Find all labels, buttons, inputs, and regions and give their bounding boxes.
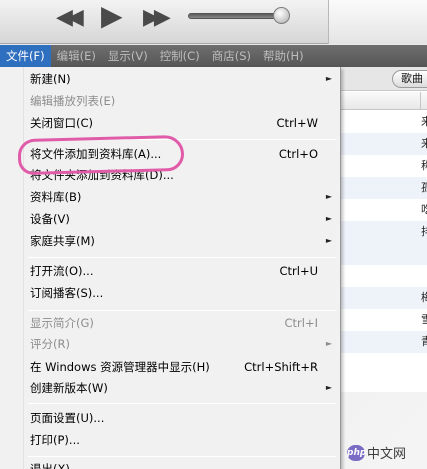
- player-toolbar: ◀◀ ▶ ▶▶: [0, 0, 427, 44]
- volume-knob[interactable]: [273, 7, 290, 24]
- menu-item-label: 打开流(O)...: [30, 264, 94, 278]
- table-row[interactable]: [340, 287, 427, 309]
- menu-item-print[interactable]: 打印(P)...: [24, 429, 340, 451]
- row-cell: 来: [421, 115, 427, 128]
- menu-store[interactable]: 商店(S): [206, 45, 257, 67]
- menu-item-label: 页面设置(U)...: [30, 411, 105, 425]
- menu-item-shortcut: Ctrl+Shift+R: [244, 360, 318, 374]
- play-icon[interactable]: ▶: [101, 2, 123, 30]
- column-header[interactable]: [340, 92, 427, 110]
- submenu-arrow-icon: ►: [325, 339, 332, 348]
- menu-item-label: 评分(R): [30, 337, 70, 351]
- menu-separator: [28, 403, 336, 404]
- menu-item-label: 将文件夹添加到资料库(D)...: [30, 168, 174, 182]
- menu-item-label: 资料库(B): [30, 190, 82, 204]
- table-row[interactable]: [340, 221, 427, 243]
- table-row[interactable]: [340, 133, 427, 155]
- row-cell: 梅: [421, 291, 427, 304]
- menu-item-label: 将文件添加到资料库(A)...: [30, 147, 162, 161]
- menu-separator: [28, 139, 336, 140]
- menu-separator: [28, 310, 336, 311]
- menu-item-label: 设备(V): [30, 212, 70, 226]
- menu-item-home-sharing[interactable]: 家庭共享(M) ►: [24, 230, 340, 252]
- row-cell: 孤: [421, 181, 427, 194]
- tab-songs[interactable]: 歌曲: [392, 70, 427, 88]
- table-row[interactable]: [340, 155, 427, 177]
- menu-item-label: 创建新版本(W): [30, 381, 108, 395]
- menu-separator: [28, 257, 336, 258]
- menu-item-label: 家庭共享(M): [30, 234, 95, 248]
- next-track-icon[interactable]: ▶▶: [143, 7, 171, 29]
- submenu-arrow-icon: ►: [325, 214, 332, 223]
- table-row[interactable]: [340, 309, 427, 331]
- row-cell: 青: [421, 335, 427, 348]
- menu-item-create-version[interactable]: 创建新版本(W) ►: [24, 377, 340, 399]
- menu-item-label: 编辑播放列表(E): [30, 94, 116, 108]
- menu-item-label: 打印(P)...: [30, 433, 80, 447]
- watermark-logo: php 中文网: [347, 443, 406, 462]
- menu-icon-gutter: [0, 67, 24, 469]
- submenu-arrow-icon: ►: [325, 74, 332, 83]
- menu-separator: [28, 456, 336, 457]
- menu-item-shortcut: Ctrl+I: [284, 316, 319, 330]
- table-row[interactable]: [340, 199, 427, 221]
- file-menu-dropdown: 新建(N) ► 编辑播放列表(E) 关闭窗口(C) Ctrl+W 将文件添加到资…: [0, 67, 341, 469]
- menu-item-show-in-explorer[interactable]: 在 Windows 资源管理器中显示(H) Ctrl+Shift+R: [24, 356, 340, 378]
- menu-item-add-file[interactable]: 将文件添加到资料库(A)... Ctrl+O: [24, 143, 340, 165]
- previous-track-icon[interactable]: ◀◀: [56, 7, 84, 29]
- menu-edit[interactable]: 编辑(E): [51, 45, 102, 67]
- menu-item-shortcut: Ctrl+O: [278, 147, 318, 161]
- menu-view[interactable]: 显示(V): [102, 45, 154, 67]
- column-divider: [420, 92, 421, 110]
- submenu-arrow-icon: ►: [325, 192, 332, 201]
- menu-item-devices[interactable]: 设备(V) ►: [24, 208, 340, 230]
- menu-item-subscribe-podcast[interactable]: 订阅播客(S)...: [24, 282, 340, 304]
- row-cell: 吃: [421, 203, 427, 216]
- menu-item-label: 新建(N): [30, 72, 71, 86]
- menu-item-shortcut: Ctrl+W: [276, 116, 318, 130]
- row-cell: 排: [421, 225, 427, 238]
- row-cell: 称: [421, 159, 427, 172]
- table-row[interactable]: [340, 243, 427, 265]
- row-cell: 雪: [421, 313, 427, 326]
- menu-file[interactable]: 文件(F): [0, 45, 51, 67]
- menu-item-open-stream[interactable]: 打开流(O)... Ctrl+U: [24, 260, 340, 282]
- menu-item-new[interactable]: 新建(N) ►: [24, 68, 340, 90]
- menu-item-exit[interactable]: 退出(X): [24, 458, 340, 469]
- row-cell: 来: [421, 137, 427, 150]
- menu-help[interactable]: 帮助(H): [257, 45, 310, 67]
- submenu-arrow-icon: ►: [325, 383, 332, 392]
- menu-item-label: 退出(X): [30, 462, 70, 469]
- menu-item-label: 显示简介(G): [30, 316, 94, 330]
- watermark-text: 中文网: [367, 447, 407, 462]
- menu-item-rating[interactable]: 评分(R) ►: [24, 333, 340, 355]
- menu-controls[interactable]: 控制(C): [154, 45, 206, 67]
- table-row[interactable]: [340, 111, 427, 133]
- table-row[interactable]: [340, 331, 427, 353]
- menu-item-get-info[interactable]: 显示简介(G) Ctrl+I: [24, 312, 340, 334]
- menu-item-edit-playlist[interactable]: 编辑播放列表(E): [24, 90, 340, 112]
- submenu-arrow-icon: ►: [325, 236, 332, 245]
- menu-item-label: 在 Windows 资源管理器中显示(H): [30, 360, 210, 374]
- menu-item-label: 关闭窗口(C): [30, 116, 94, 130]
- menu-item-library[interactable]: 资料库(B) ►: [24, 186, 340, 208]
- table-row[interactable]: [340, 265, 427, 287]
- menu-item-page-setup[interactable]: 页面设置(U)...: [24, 407, 340, 429]
- menu-item-add-folder[interactable]: 将文件夹添加到资料库(D)...: [24, 164, 340, 186]
- watermark-badge: php: [347, 444, 366, 461]
- menu-item-shortcut: Ctrl+U: [279, 264, 318, 278]
- status-display: [328, 0, 427, 44]
- menu-item-close-window[interactable]: 关闭窗口(C) Ctrl+W: [24, 112, 340, 134]
- menu-bar: 文件(F) 编辑(E) 显示(V) 控制(C) 商店(S) 帮助(H): [0, 45, 427, 67]
- table-row[interactable]: [340, 177, 427, 199]
- menu-item-label: 订阅播客(S)...: [30, 286, 104, 300]
